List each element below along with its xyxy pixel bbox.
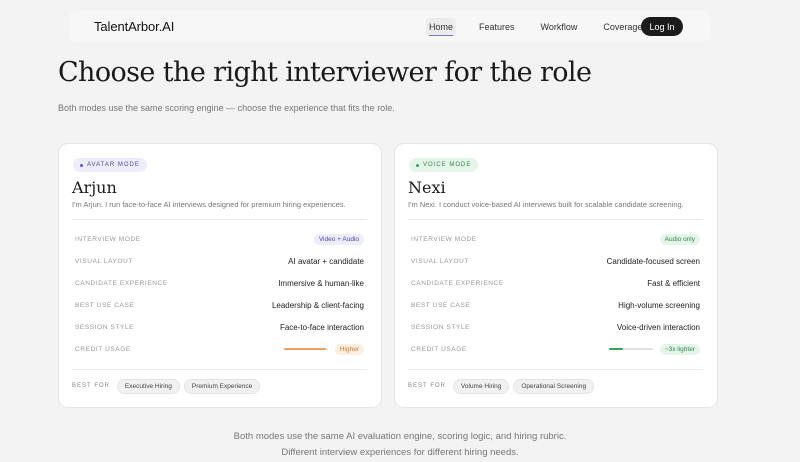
interviewer-description: I'm Arjun. I run face-to-face AI intervi… (72, 200, 346, 209)
credit-badge: Higher (334, 343, 364, 355)
credit-meter: Higher (283, 343, 364, 355)
page-subtitle: Both modes use the same scoring engine —… (58, 103, 395, 113)
tag-volume-hiring: Volume Hiring (452, 378, 510, 394)
credit-bar (283, 348, 328, 350)
best-for-row: BEST FOR Executive Hiring Premium Experi… (72, 378, 264, 394)
spec-label: SESSION STYLE (75, 323, 135, 331)
interviewer-name: Nexi (408, 178, 446, 197)
divider (408, 369, 703, 370)
spec-row-credit-usage: CREDIT USAGE Higher (75, 342, 364, 356)
nav-link-home[interactable]: Home (426, 17, 457, 36)
spec-row-best-use-case: BEST USE CASE High-volume screening (411, 298, 700, 312)
spec-value: Voice-driven interaction (616, 322, 700, 332)
spec-value-badge: Audio only (659, 233, 700, 245)
nav-link-coverage[interactable]: Coverage (600, 18, 645, 36)
tag-operational-screening: Operational Screening (513, 378, 595, 394)
page-title: Choose the right interviewer for the rol… (58, 57, 592, 88)
spec-value: Candidate-focused screen (606, 256, 700, 266)
spec-row-candidate-experience: CANDIDATE EXPERIENCE Fast & efficient (411, 276, 700, 290)
spec-label: BEST USE CASE (411, 301, 471, 309)
spec-value-badge: Video + Audio (313, 233, 364, 245)
spec-label: CANDIDATE EXPERIENCE (411, 279, 504, 287)
spec-row-credit-usage: CREDIT USAGE ~3x lighter (411, 342, 700, 356)
spec-value: Immersive & human-like (278, 278, 364, 288)
divider (72, 369, 367, 370)
spec-row-visual-layout: VISUAL LAYOUT Candidate-focused screen (411, 254, 700, 268)
login-button[interactable]: Log In (641, 17, 683, 36)
spec-label: CREDIT USAGE (75, 345, 131, 353)
interviewer-description: I'm Nexi. I conduct voice-based AI inter… (408, 200, 684, 209)
divider (72, 219, 367, 220)
nav-link-workflow[interactable]: Workflow (538, 18, 581, 36)
spec-row-interview-mode: INTERVIEW MODE Video + Audio (75, 232, 364, 246)
spec-label: CREDIT USAGE (411, 345, 467, 353)
spec-row-session-style: SESSION STYLE Face-to-face interaction (75, 320, 364, 334)
credit-bar (608, 348, 653, 350)
avatar-mode-card[interactable]: AVATAR MODE Arjun I'm Arjun. I run face-… (58, 143, 382, 408)
spec-row-interview-mode: INTERVIEW MODE Audio only (411, 232, 700, 246)
spec-value: AI avatar + candidate (288, 256, 364, 266)
tag-executive-hiring: Executive Hiring (116, 378, 180, 394)
spec-row-best-use-case: BEST USE CASE Leadership & client-facing (75, 298, 364, 312)
dot-icon (80, 163, 83, 167)
spec-label: INTERVIEW MODE (411, 235, 477, 243)
spec-label: VISUAL LAYOUT (411, 257, 470, 265)
spec-value: Face-to-face interaction (279, 322, 364, 332)
mode-badge: AVATAR MODE (73, 158, 147, 172)
brand-logo[interactable]: TalentArbor.AI (94, 19, 174, 34)
spec-label: VISUAL LAYOUT (75, 257, 134, 265)
credit-bar-fill (608, 348, 624, 350)
spec-row-candidate-experience: CANDIDATE EXPERIENCE Immersive & human-l… (75, 276, 364, 290)
divider (408, 219, 703, 220)
best-for-label: BEST FOR (408, 383, 446, 389)
spec-label: BEST USE CASE (75, 301, 135, 309)
spec-label: SESSION STYLE (411, 323, 471, 331)
credit-meter: ~3x lighter (608, 343, 700, 355)
spec-value: Fast & efficient (647, 278, 700, 288)
best-for-row: BEST FOR Volume Hiring Operational Scree… (408, 378, 598, 394)
voice-mode-card[interactable]: VOICE MODE Nexi I'm Nexi. I conduct voic… (394, 143, 718, 408)
spec-value: Leadership & client-facing (271, 300, 364, 310)
dot-icon (416, 163, 419, 167)
credit-bar-fill (283, 348, 326, 350)
spec-label: CANDIDATE EXPERIENCE (75, 279, 168, 287)
footer-note: Both modes use the same AI evaluation en… (233, 431, 567, 442)
mode-label: VOICE MODE (423, 162, 472, 168)
nav-link-features[interactable]: Features (476, 18, 518, 36)
spec-row-session-style: SESSION STYLE Voice-driven interaction (411, 320, 700, 334)
top-navbar: TalentArbor.AI Home Features Workflow Co… (69, 11, 710, 42)
nav-links: Home Features Workflow Coverage (426, 11, 665, 42)
tag-premium-experience: Premium Experience (183, 378, 261, 394)
credit-badge: ~3x lighter (659, 343, 700, 355)
best-for-label: BEST FOR (72, 383, 110, 389)
spec-value: High-volume screening (618, 300, 700, 310)
mode-badge: VOICE MODE (409, 158, 479, 172)
mode-label: AVATAR MODE (87, 162, 140, 168)
interviewer-name: Arjun (72, 178, 117, 197)
spec-label: INTERVIEW MODE (75, 235, 141, 243)
footer-tagline: Different interview experiences for diff… (281, 447, 519, 458)
spec-row-visual-layout: VISUAL LAYOUT AI avatar + candidate (75, 254, 364, 268)
